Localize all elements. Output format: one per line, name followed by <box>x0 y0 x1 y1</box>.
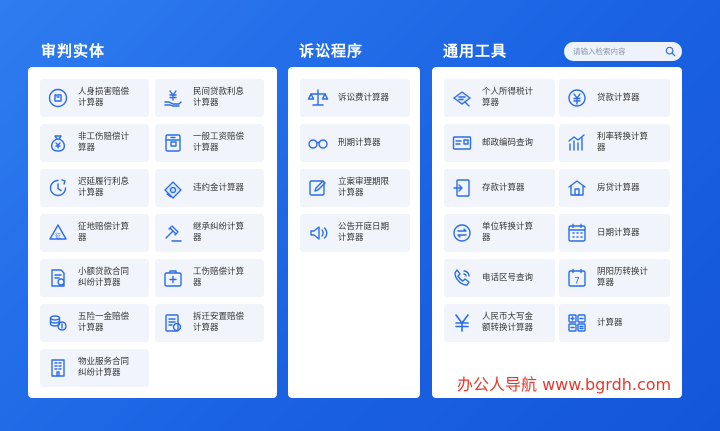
calculator-card-label: 工伤赔偿计算 器 <box>193 267 245 288</box>
calculator-card[interactable]: 诉讼费计算器 <box>300 79 410 117</box>
calculator-card-label: 日期计算器 <box>597 227 640 238</box>
calculator-card-label: 物业服务合同 纠纷计算器 <box>78 357 130 378</box>
search-icon[interactable] <box>665 46 676 57</box>
calculator-card-label: 征地赔偿计算 器 <box>78 222 130 243</box>
calculator-card[interactable]: 一般工资赔偿 计算器 <box>155 124 264 162</box>
speaker-icon <box>306 221 330 245</box>
calculator-card-label: 违约金计算器 <box>193 182 245 193</box>
calculator-card-label: 利率转换计算 器 <box>597 132 649 153</box>
calculator-card[interactable]: 立案审理期限 计算器 <box>300 169 410 207</box>
land-icon: 征 <box>46 221 70 245</box>
calculator-card[interactable]: 拆迁安置赔偿 计算器 <box>155 304 264 342</box>
calculator-card[interactable]: 小额贷款合同 纠纷计算器 <box>40 259 149 297</box>
calculator-card-label: 拆迁安置赔偿 计算器 <box>193 312 245 333</box>
calculator-card[interactable]: 非工伤赔偿计 算器 <box>40 124 149 162</box>
exchange-icon <box>450 221 474 245</box>
handcuffs-icon <box>306 131 330 155</box>
calculator-card[interactable]: 房贷计算器 <box>559 169 670 207</box>
calculator-card[interactable]: 贷款计算器 <box>559 79 670 117</box>
document-icon <box>161 311 185 335</box>
calendar-icon <box>565 221 589 245</box>
calculator-card-label: 公告开庭日期 计算器 <box>338 222 390 243</box>
tools-panel: 个人所得税计 算器 贷款计算器邮政编码查询 利率转换计算 器存款计算器 房贷计算器单位… <box>432 67 682 398</box>
section-title-tools: 通用工具 <box>443 42 508 60</box>
calculator-card[interactable]: 违约金计算器 <box>155 169 264 207</box>
calculator-card-label: 继承纠纷计算 器 <box>193 222 245 243</box>
svg-text:征: 征 <box>55 232 61 240</box>
scale-icon <box>306 86 330 110</box>
calculator-card-label: 电话区号查询 <box>482 272 534 283</box>
calculator-card-label: 小额贷款合同 纠纷计算器 <box>78 267 130 288</box>
calculator-card[interactable]: 电话区号查询 <box>444 259 555 297</box>
calculator-card[interactable]: 存款计算器 <box>444 169 555 207</box>
calculator-card-label: 迟延履行利息 计算器 <box>78 177 130 198</box>
calculator-card-label: 存款计算器 <box>482 182 525 193</box>
yuan-circle-icon <box>565 86 589 110</box>
calculator-card[interactable]: 个人所得税计 算器 <box>444 79 555 117</box>
bar-chart-icon <box>565 131 589 155</box>
deposit-icon <box>450 176 474 200</box>
calculator-card-label: 阴阳历转换计 算器 <box>597 267 649 288</box>
calculator-card[interactable]: 人身损害赔偿 计算器 <box>40 79 149 117</box>
calculator-card-label: 计算器 <box>597 317 623 328</box>
yuan-hand-icon <box>161 86 185 110</box>
calculator-card-label: 五险一金赔偿 计算器 <box>78 312 130 333</box>
gavel-icon <box>161 221 185 245</box>
house-icon <box>565 176 589 200</box>
edit-icon <box>306 176 330 200</box>
calculator-card[interactable]: 物业服务合同 纠纷计算器 <box>40 349 149 387</box>
section-title-procedure: 诉讼程序 <box>299 42 364 60</box>
search-box <box>564 42 682 61</box>
calculator-card[interactable]: 工伤赔偿计算 器 <box>155 259 264 297</box>
calculator-icon <box>565 311 589 335</box>
calculator-card[interactable]: 迟延履行利息 计算器 <box>40 169 149 207</box>
phone-icon <box>450 266 474 290</box>
cash-icon <box>161 176 185 200</box>
calculator-card[interactable]: 公告开庭日期 计算器 <box>300 214 410 252</box>
calculator-card[interactable]: 邮政编码查询 <box>444 124 555 162</box>
calculator-card[interactable]: 刑期计算器 <box>300 124 410 162</box>
calculator-card-label: 民间贷款利息 计算器 <box>193 87 245 108</box>
calculator-card-label: 邮政编码查询 <box>482 137 534 148</box>
calculator-card[interactable]: 征 征地赔偿计算 器 <box>40 214 149 252</box>
calculator-card[interactable]: 单位转换计算 器 <box>444 214 555 252</box>
search-input[interactable] <box>573 47 663 56</box>
building-icon <box>46 356 70 380</box>
trial-panel: 人身损害赔偿 计算器 民间贷款利息 计算器非工伤赔偿计 算器 一般工资赔偿 计算器迟… <box>28 67 277 398</box>
calculator-card[interactable]: 计算器 <box>559 304 670 342</box>
calculator-card[interactable]: 继承纠纷计算 器 <box>155 214 264 252</box>
compensation-icon <box>46 86 70 110</box>
procedure-panel: 诉讼费计算器 刑期计算器立案审理期限 计算器 公告开庭日期 计算器 <box>288 67 420 398</box>
postcard-icon <box>450 131 474 155</box>
calendar7-icon: 7 <box>565 266 589 290</box>
calculator-card-label: 一般工资赔偿 计算器 <box>193 132 245 153</box>
coins-icon <box>46 311 70 335</box>
calculator-card[interactable]: 民间贷款利息 计算器 <box>155 79 264 117</box>
calculator-card-label: 贷款计算器 <box>597 92 640 103</box>
calculator-card[interactable]: 日期计算器 <box>559 214 670 252</box>
watermark: 办公人导航 www.bgrdh.com <box>457 375 672 394</box>
tax-icon <box>450 86 474 110</box>
clock-icon <box>46 176 70 200</box>
section-title-trial: 审判实体 <box>41 42 106 60</box>
medkit-icon <box>161 266 185 290</box>
calculator-card-label: 人身损害赔偿 计算器 <box>78 87 130 108</box>
calculator-card-label: 刑期计算器 <box>338 137 381 148</box>
calculator-card[interactable]: 7 阴阳历转换计 算器 <box>559 259 670 297</box>
wallet-icon <box>161 131 185 155</box>
contract-icon <box>46 266 70 290</box>
calculator-card[interactable]: 人民币大写金 额转换计算器 <box>444 304 555 342</box>
calculator-card-label: 诉讼费计算器 <box>338 92 390 103</box>
calculator-card-label: 人民币大写金 额转换计算器 <box>482 312 534 333</box>
yuan-icon <box>450 311 474 335</box>
calculator-card-label: 个人所得税计 算器 <box>482 87 534 108</box>
calculator-card[interactable]: 利率转换计算 器 <box>559 124 670 162</box>
calculator-card[interactable]: 五险一金赔偿 计算器 <box>40 304 149 342</box>
calculator-card-label: 非工伤赔偿计 算器 <box>78 132 130 153</box>
svg-text:7: 7 <box>574 277 580 287</box>
money-bag-icon <box>46 131 70 155</box>
calculator-card-label: 房贷计算器 <box>597 182 640 193</box>
calculator-card-label: 立案审理期限 计算器 <box>338 177 390 198</box>
calculator-card-label: 单位转换计算 器 <box>482 222 534 243</box>
